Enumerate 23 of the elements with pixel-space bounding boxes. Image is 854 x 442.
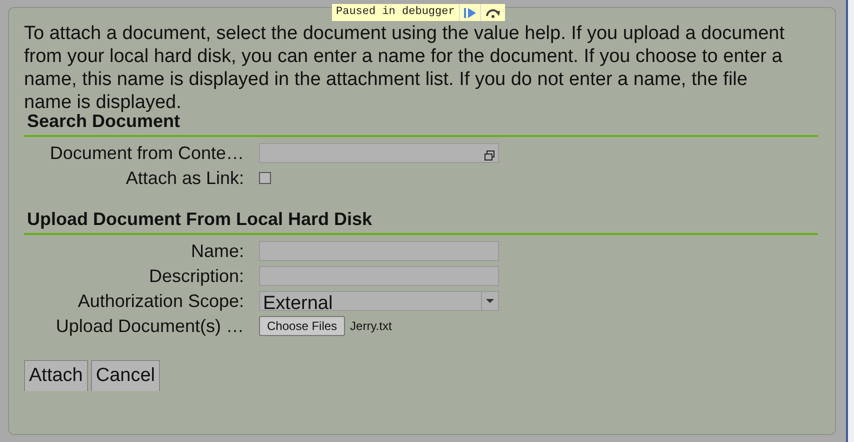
value-help-icon[interactable] (484, 150, 496, 160)
section-heading: Upload Document From Local Hard Disk (27, 209, 372, 229)
field-label: Document from Conte… (50, 142, 244, 164)
dialog-button[interactable]: Attach (24, 360, 88, 391)
field-label: Attach as Link: (126, 166, 244, 188)
input-field[interactable] (259, 240, 499, 260)
input-field[interactable] (259, 266, 499, 286)
field-label: Authorization Scope: (78, 290, 244, 312)
section-heading: Search Document (27, 111, 180, 131)
file-name: Jerry.txt (350, 318, 392, 334)
field-label: Description: (148, 264, 244, 286)
debugger-label: Paused in debugger (336, 5, 456, 20)
dialog-button[interactable]: Cancel (90, 360, 160, 391)
choose-files-button[interactable]: Choose Files (259, 316, 346, 336)
field-label: Upload Document(s) … (56, 314, 244, 336)
lookup-field[interactable] (259, 142, 499, 162)
scope-dropdown[interactable]: External (259, 290, 499, 310)
field-label: Name: (190, 240, 244, 262)
link-checkbox[interactable] (259, 172, 271, 184)
instructions-text: To attach a document, select the document using the value help. If you upload a document from your local hard disk, you can enter a name for the document. If you choose to enter a name, this name is displayed in the attachment list. If you do not enter a name, the file name is displayed. (24, 22, 786, 114)
caret-icon (486, 298, 494, 302)
step-over-icon (484, 8, 501, 18)
resume-icon (464, 8, 476, 18)
